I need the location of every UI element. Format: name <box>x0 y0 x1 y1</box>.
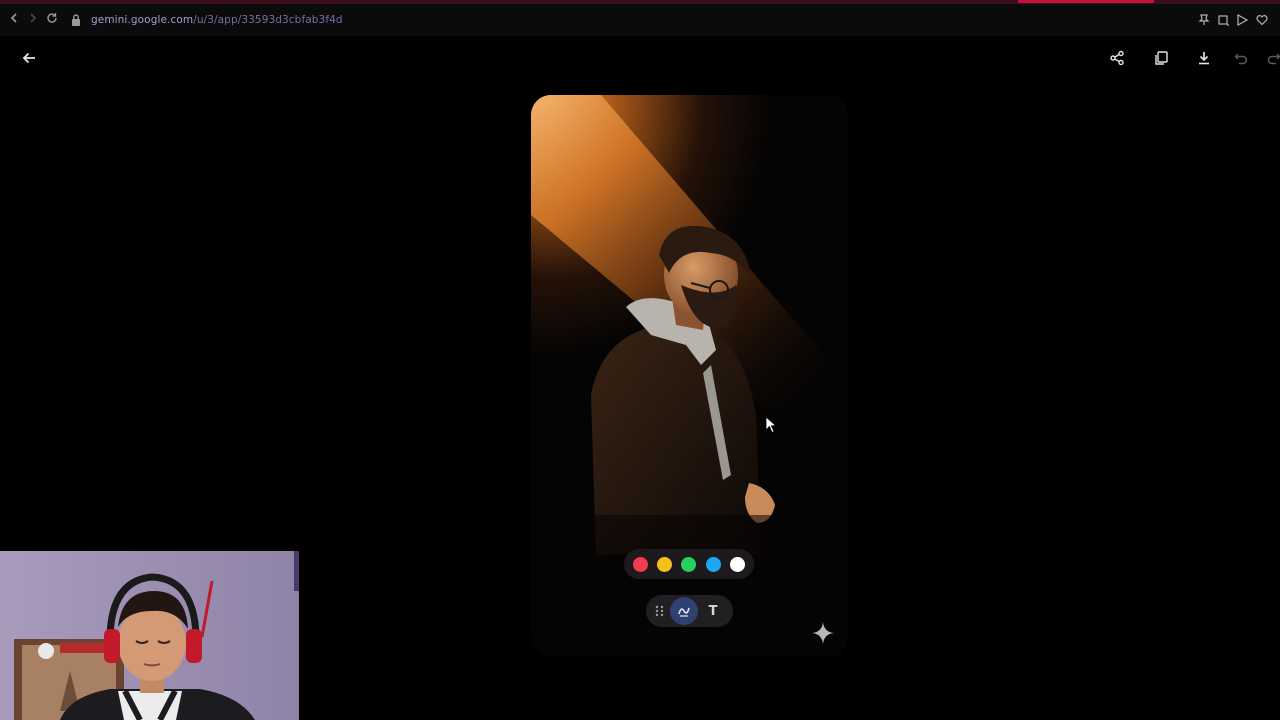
browser-toolbar: gemini.google.com/u/3/app/33593d3cbfab3f… <box>0 0 1280 36</box>
reload-icon[interactable] <box>44 12 60 28</box>
url-path: /u/3/app/33593d3cbfab3f4d <box>193 14 343 26</box>
swatch-yellow[interactable] <box>657 556 673 572</box>
address-bar[interactable]: gemini.google.com/u/3/app/33593d3cbfab3f… <box>91 14 343 26</box>
back-arrow-icon[interactable] <box>19 48 39 68</box>
webcam-overlay <box>0 551 299 720</box>
gemini-image-viewer: gemini.google.com/u/3/app/33593d3cbfab3f… <box>0 0 1280 720</box>
heart-icon[interactable] <box>1256 14 1268 26</box>
streamer-webcam-feed <box>0 551 299 720</box>
gemini-sparkle-icon[interactable] <box>811 621 835 645</box>
pen-icon <box>678 607 690 617</box>
pin-icon[interactable] <box>1198 14 1210 26</box>
drawing-toolbar: T <box>646 595 733 627</box>
color-palette <box>624 549 754 579</box>
text-tool-button[interactable]: T <box>704 604 722 619</box>
pen-tool-button[interactable] <box>670 597 698 625</box>
share-icon[interactable] <box>1107 48 1127 68</box>
drag-handle-icon[interactable] <box>654 604 666 618</box>
swatch-green[interactable] <box>681 556 697 572</box>
crop-icon[interactable] <box>1217 14 1229 26</box>
url-host: gemini.google.com <box>91 14 194 26</box>
lock-icon <box>72 14 80 26</box>
copy-icon[interactable] <box>1151 48 1171 68</box>
swatch-red[interactable] <box>632 556 648 572</box>
download-icon[interactable] <box>1194 48 1214 68</box>
back-icon[interactable] <box>6 12 22 28</box>
swatch-blue[interactable] <box>705 556 721 572</box>
play-icon[interactable] <box>1236 14 1248 26</box>
generated-image-card[interactable]: T <box>531 95 848 657</box>
swatch-white[interactable] <box>730 556 746 572</box>
active-tab-indicator <box>1018 0 1154 3</box>
mouse-cursor-icon <box>765 416 777 434</box>
forward-icon[interactable] <box>25 12 41 28</box>
undo-icon[interactable] <box>1231 48 1251 68</box>
redo-icon[interactable] <box>1264 48 1280 68</box>
